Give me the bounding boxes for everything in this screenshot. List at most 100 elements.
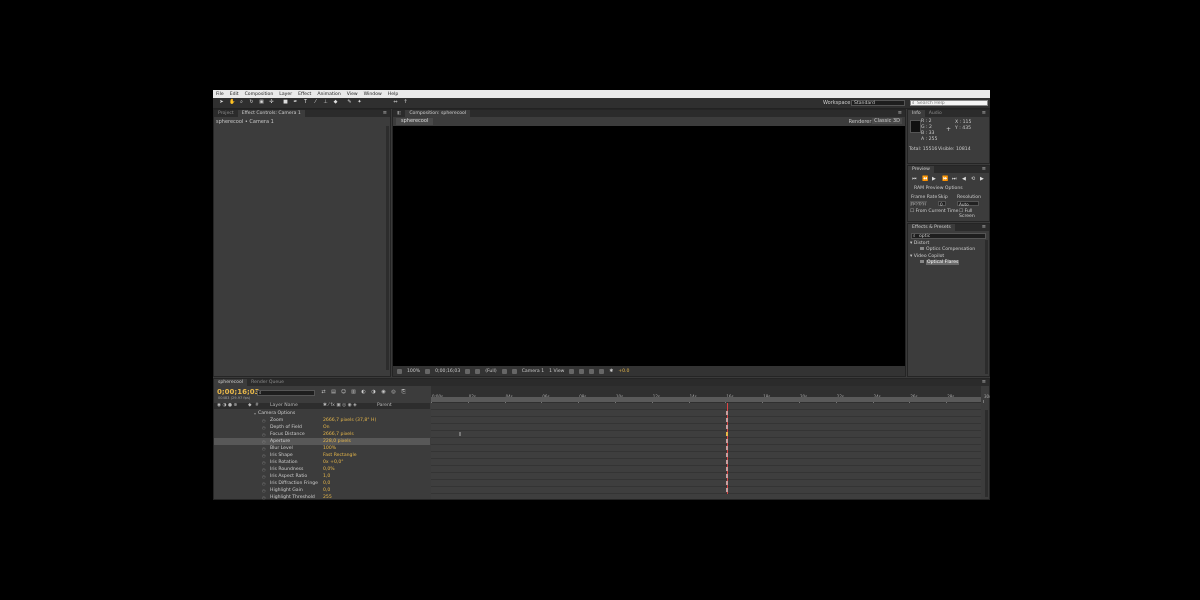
color-channel-icon[interactable]: [475, 368, 481, 374]
renderer-select[interactable]: Classic 3D: [872, 118, 902, 124]
play-icon[interactable]: ▶: [932, 176, 936, 182]
timeline-property-row[interactable]: ◷ Focus Distance 2666,7 pixels: [214, 431, 430, 438]
menu-view[interactable]: View: [344, 92, 361, 97]
comp-panel-menu-icon[interactable]: ≡: [898, 110, 902, 117]
fast-previews-icon[interactable]: [579, 368, 585, 374]
property-track[interactable]: [431, 473, 981, 480]
keyframe-marker[interactable]: [459, 432, 462, 436]
comp-mini-flowchart-icon[interactable]: ⇄: [320, 389, 327, 396]
toggle-pixel-aspect-icon[interactable]: [569, 368, 575, 374]
keyframe-marker[interactable]: [726, 418, 729, 422]
camera-tool-icon[interactable]: ▣: [259, 100, 264, 105]
ram-preview-options[interactable]: RAM Preview Options: [914, 186, 963, 191]
frame-blending-icon[interactable]: ▥: [350, 389, 357, 396]
next-frame-icon[interactable]: ⏩: [942, 176, 948, 182]
brush-tool-icon[interactable]: ⁄: [313, 100, 318, 105]
effects-scrollbar[interactable]: [985, 240, 988, 374]
property-value[interactable]: 2666,7 pixels: [323, 431, 354, 438]
property-value[interactable]: 1,0: [323, 473, 330, 480]
property-value[interactable]: 255: [323, 494, 332, 500]
timeline-search-input[interactable]: ⌕: [257, 390, 315, 396]
tab-project[interactable]: Project: [214, 110, 238, 117]
view-layout-select[interactable]: 1 View: [549, 369, 564, 374]
loop-icon[interactable]: ⟲: [971, 176, 975, 182]
timeline-property-row[interactable]: ◷ Iris Roundness 0,0%: [214, 466, 430, 473]
current-time-display[interactable]: 0;00;16;03: [435, 369, 460, 374]
selection-tool-icon[interactable]: ➤: [219, 100, 224, 105]
parent-header[interactable]: Parent: [377, 403, 392, 409]
menu-layer[interactable]: Layer: [276, 92, 295, 97]
timeline-property-row[interactable]: ◷ Highlight Gain 0,0: [214, 487, 430, 494]
stopwatch-icon[interactable]: ◷: [262, 452, 266, 459]
property-track[interactable]: [431, 403, 981, 410]
keyframe-marker[interactable]: [726, 481, 729, 485]
property-track[interactable]: [431, 487, 981, 494]
timeline-property-row[interactable]: ▾ Camera Options: [214, 410, 430, 417]
property-track[interactable]: [431, 466, 981, 473]
full-screen-checkbox[interactable]: ☐ Full Screen: [959, 209, 989, 219]
property-track[interactable]: [431, 431, 981, 438]
panel-menu-icon[interactable]: ≡: [383, 110, 387, 117]
tab-timeline-spherecool[interactable]: spherecool: [214, 379, 248, 386]
keyframe-marker[interactable]: [726, 439, 729, 443]
timeline-property-row[interactable]: ◷ Depth of Field On: [214, 424, 430, 431]
keyframe-marker[interactable]: [726, 474, 729, 478]
menu-window[interactable]: Window: [361, 92, 385, 97]
menu-edit[interactable]: Edit: [227, 92, 242, 97]
property-track[interactable]: [431, 480, 981, 487]
transparency-grid-icon[interactable]: [511, 368, 517, 374]
stopwatch-icon[interactable]: ◷: [262, 494, 266, 500]
ram-preview-icon[interactable]: ▶: [980, 176, 984, 182]
motion-blur-icon[interactable]: ◐: [360, 389, 367, 396]
tab-composition[interactable]: Composition: spherecool: [405, 110, 471, 117]
region-of-interest-icon[interactable]: [501, 368, 507, 374]
comp-subtab[interactable]: spherecool: [396, 118, 434, 125]
timeline-property-row[interactable]: ◷ Iris Shape Fast Rectangle: [214, 452, 430, 459]
active-camera-select[interactable]: Camera 1: [522, 369, 544, 374]
always-preview-icon[interactable]: [397, 368, 402, 374]
menu-animation[interactable]: Animation: [314, 92, 343, 97]
draft-3d-icon[interactable]: ▤: [330, 389, 337, 396]
magnification-select[interactable]: 100%: [407, 369, 420, 374]
tab-render-queue[interactable]: Render Queue: [247, 379, 288, 386]
tab-audio[interactable]: Audio: [925, 110, 946, 117]
shy-layers-icon[interactable]: ☺: [340, 389, 347, 396]
stopwatch-icon[interactable]: ◷: [262, 466, 266, 473]
exposure-reset-icon[interactable]: ✱: [609, 369, 613, 374]
tab-preview[interactable]: Preview: [908, 166, 934, 173]
menu-composition[interactable]: Composition: [242, 92, 277, 97]
clone-stamp-tool-icon[interactable]: ⊥: [323, 100, 328, 105]
property-value[interactable]: 0,0: [323, 480, 330, 487]
roto-brush-tool-icon[interactable]: ✎: [347, 100, 352, 105]
info-panel-menu-icon[interactable]: ≡: [982, 110, 986, 117]
type-tool-icon[interactable]: T: [303, 100, 308, 105]
property-track[interactable]: [431, 410, 981, 417]
timeline-property-row[interactable]: ◷ Iris Diffraction Fringe 0,0: [214, 480, 430, 487]
auto-keyframe-icon[interactable]: ◎: [390, 389, 397, 396]
stopwatch-icon[interactable]: ◷: [262, 487, 266, 494]
timeline-scrollbar[interactable]: [985, 410, 988, 497]
stopwatch-icon[interactable]: ◷: [262, 445, 266, 452]
timeline-menu-icon[interactable]: ≡: [982, 379, 986, 386]
tab-info[interactable]: Info: [908, 110, 925, 117]
property-track[interactable]: [431, 438, 981, 445]
tab-effect-controls[interactable]: Effect Controls: Camera 1: [237, 110, 305, 117]
stopwatch-icon[interactable]: ◷: [262, 459, 266, 466]
flowchart-icon[interactable]: [599, 368, 605, 374]
keyframe-marker[interactable]: [726, 453, 729, 457]
skip-input[interactable]: 0: [938, 201, 946, 207]
world-axis-icon[interactable]: ↑: [403, 100, 408, 105]
property-value[interactable]: 100%: [323, 445, 336, 452]
hand-tool-icon[interactable]: ✋: [229, 100, 235, 105]
keyframe-marker[interactable]: [726, 467, 729, 471]
layer-name-header[interactable]: Layer Name: [270, 403, 298, 409]
group-distort[interactable]: ▾ Distort: [910, 241, 929, 246]
property-track[interactable]: [431, 417, 981, 424]
first-frame-icon[interactable]: ⏮: [912, 176, 917, 182]
stopwatch-icon[interactable]: ◷: [262, 438, 266, 445]
property-value[interactable]: Fast Rectangle: [323, 452, 357, 459]
puppet-tool-icon[interactable]: ✦: [357, 100, 362, 105]
work-area-bar[interactable]: [431, 397, 981, 402]
comp-lock-icon[interactable]: ◧: [393, 110, 405, 117]
property-value[interactable]: 0,0: [323, 487, 330, 494]
